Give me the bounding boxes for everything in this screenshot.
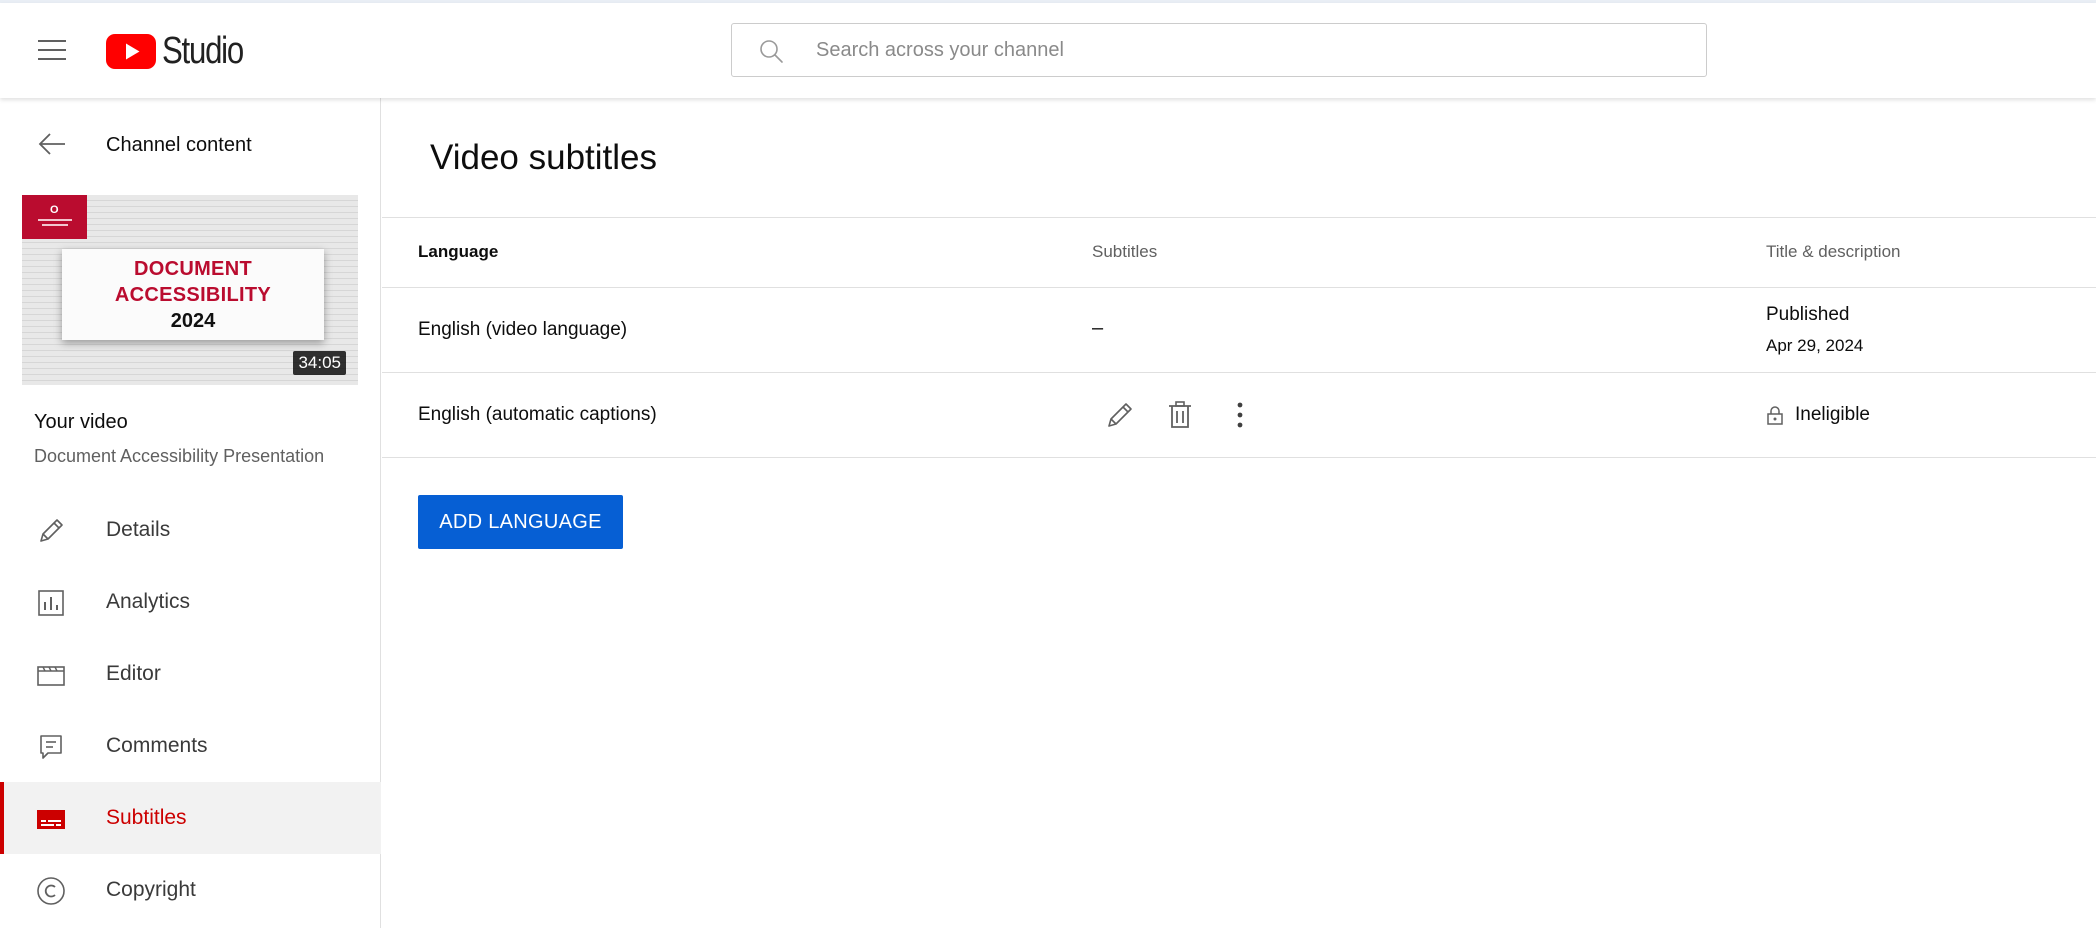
row-status: Published bbox=[1766, 304, 1850, 325]
studio-logo[interactable]: Studio bbox=[106, 29, 261, 72]
sidebar-item-label: Copyright bbox=[106, 878, 196, 901]
sidebar-item-comments[interactable]: Comments bbox=[0, 710, 381, 782]
more-options-button[interactable] bbox=[1222, 397, 1258, 433]
sidebar-item-subtitles[interactable]: Subtitles bbox=[0, 782, 381, 854]
pencil-icon bbox=[1108, 403, 1132, 427]
editor-icon bbox=[37, 666, 65, 686]
subtitles-table: Language Subtitles Title & description E… bbox=[382, 217, 2096, 458]
page-title: Video subtitles bbox=[430, 138, 658, 177]
table-row: English (automatic captions) Ineligible bbox=[382, 373, 2096, 458]
row-subtitles-empty: – bbox=[1092, 317, 1104, 339]
search-box[interactable] bbox=[731, 23, 1707, 77]
search-input[interactable] bbox=[816, 24, 1676, 76]
column-header-subtitles: Subtitles bbox=[1092, 242, 1158, 261]
add-language-button[interactable]: ADD LANGUAGE bbox=[418, 495, 623, 549]
trash-icon bbox=[1169, 401, 1191, 428]
thumbnail-title-card: DOCUMENT ACCESSIBILITY 2024 bbox=[62, 249, 324, 340]
pencil-icon bbox=[40, 519, 63, 542]
top-header: Studio bbox=[0, 3, 2096, 98]
video-title: Document Accessibility Presentation bbox=[34, 446, 325, 466]
thumbnail-title-line1: DOCUMENT bbox=[134, 257, 252, 280]
subtitles-icon bbox=[37, 810, 65, 829]
sidebar-item-label: Subtitles bbox=[106, 806, 187, 829]
more-vert-icon bbox=[1237, 402, 1243, 428]
analytics-icon bbox=[38, 590, 64, 616]
edit-subtitles-button[interactable] bbox=[1102, 397, 1138, 433]
sidebar-item-analytics[interactable]: Analytics bbox=[0, 566, 381, 638]
delete-subtitles-button[interactable] bbox=[1162, 397, 1198, 433]
lock-icon bbox=[1767, 406, 1783, 425]
menu-icon[interactable] bbox=[38, 38, 66, 62]
back-label: Channel content bbox=[106, 134, 252, 156]
duration-badge: 34:05 bbox=[293, 351, 346, 375]
ineligible-label: Ineligible bbox=[1795, 404, 1870, 425]
back-to-channel-content[interactable]: Channel content bbox=[0, 98, 381, 192]
video-thumbnail[interactable]: O DOCUMENT ACCESSIBILITY 2024 34:05 bbox=[22, 195, 358, 385]
sidebar-item-editor[interactable]: Editor bbox=[0, 638, 381, 710]
university-logo: O bbox=[22, 195, 87, 239]
your-video-label: Your video bbox=[34, 411, 128, 433]
back-arrow-icon bbox=[38, 133, 65, 155]
main-content: Video subtitles Language Subtitles Title… bbox=[382, 98, 2096, 928]
thumbnail-title-year: 2024 bbox=[170, 309, 216, 332]
comments-icon bbox=[40, 735, 62, 759]
sidebar-item-label: Details bbox=[106, 518, 171, 541]
sidebar-item-copyright[interactable]: Copyright bbox=[0, 854, 381, 926]
video-nav: Details Analytics Editor Comments Subtit… bbox=[0, 494, 381, 926]
sidebar: Channel content O DOCUMENT ACCESSIBILITY… bbox=[0, 98, 381, 928]
column-header-title-description: Title & description bbox=[1766, 242, 1901, 261]
ineligible-status: Ineligible bbox=[1766, 404, 1870, 426]
sidebar-item-label: Comments bbox=[106, 734, 208, 757]
row-date: Apr 29, 2024 bbox=[1766, 336, 1864, 355]
copyright-icon bbox=[37, 877, 65, 905]
sidebar-item-label: Editor bbox=[106, 662, 161, 685]
table-row: English (video language) – Published Apr… bbox=[382, 288, 2096, 373]
row-language: English (automatic captions) bbox=[418, 404, 657, 425]
row-language: English (video language) bbox=[418, 319, 628, 340]
studio-logo-text: Studio bbox=[162, 29, 244, 72]
search-icon bbox=[760, 40, 783, 63]
sidebar-item-label: Analytics bbox=[106, 590, 191, 613]
table-header: Language Subtitles Title & description bbox=[382, 217, 2096, 288]
sidebar-item-details[interactable]: Details bbox=[0, 494, 381, 566]
thumbnail-title-line2: ACCESSIBILITY bbox=[114, 283, 272, 306]
column-header-language: Language bbox=[418, 242, 499, 261]
youtube-play-icon bbox=[106, 33, 156, 69]
